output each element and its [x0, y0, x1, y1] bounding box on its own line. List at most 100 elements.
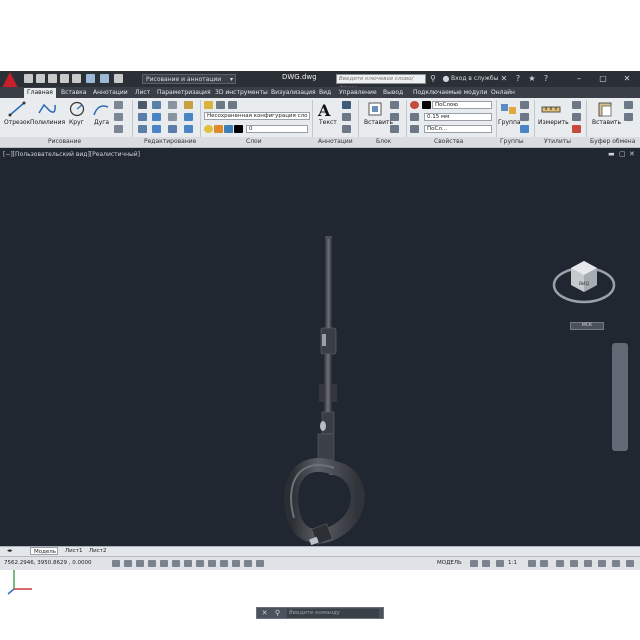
table-icon[interactable] [342, 125, 351, 133]
create-block-icon[interactable] [390, 101, 399, 109]
arc-tool-icon[interactable] [90, 101, 112, 117]
quick-calc-icon[interactable] [572, 101, 581, 109]
gradient-icon[interactable] [114, 125, 123, 133]
3d-osnap-icon[interactable] [184, 560, 192, 567]
scale-icon[interactable] [152, 125, 161, 133]
layer-properties-icon[interactable] [204, 101, 213, 109]
circle-tool-icon[interactable] [66, 101, 88, 117]
dyn-icon[interactable] [220, 560, 228, 567]
explode-icon[interactable] [184, 113, 193, 121]
panel-draw[interactable]: Рисование [48, 138, 81, 145]
cursor-coordinates[interactable]: 7562.2946, 3950.8629 , 0.0000 [4, 560, 91, 566]
layer-state-select[interactable]: Несохраненная конфигурация сло [204, 112, 310, 120]
rotate-icon[interactable] [152, 101, 161, 109]
star-icon[interactable]: ★ [528, 75, 536, 83]
otrack-icon[interactable] [196, 560, 204, 567]
panel-block[interactable]: Блок [376, 138, 391, 145]
mirror-icon[interactable] [152, 113, 161, 121]
tab-manage[interactable]: Управление [336, 88, 380, 98]
layer-tools-icon[interactable] [216, 101, 225, 109]
layer-states-icon[interactable] [228, 101, 237, 109]
tab-plugins[interactable]: Подключаемые модули [410, 88, 490, 98]
print-icon[interactable] [60, 74, 69, 83]
panel-clipboard[interactable]: Буфер обмена [590, 138, 635, 145]
lineweight-select[interactable]: 0.15 мм [424, 113, 492, 121]
help-icon[interactable]: ? [514, 75, 522, 83]
binoculars-icon[interactable]: ⚲ [429, 75, 437, 83]
quick-properties-icon[interactable] [256, 560, 264, 567]
tab-annotate[interactable]: Аннотации [90, 88, 131, 98]
viewport-close-icon[interactable]: ✕ [629, 150, 635, 158]
tab-online[interactable]: Онлайн [488, 88, 518, 98]
tab-parametric[interactable]: Параметризация [154, 88, 214, 98]
exchange-icon[interactable]: ✕ [500, 75, 508, 83]
search-input[interactable]: Введите ключевое слово/фразу [336, 74, 426, 91]
tab-home[interactable]: Главная [24, 88, 56, 98]
tab-view[interactable]: Вид [316, 88, 334, 98]
undo-icon[interactable] [86, 74, 95, 83]
snap-icon[interactable] [124, 560, 132, 567]
navigation-bar[interactable] [612, 343, 628, 451]
tab-sheet2[interactable]: Лист2 [86, 547, 109, 555]
id-point-icon[interactable] [572, 113, 581, 121]
group-select-icon[interactable] [520, 125, 529, 133]
close-button[interactable]: ✕ [620, 73, 634, 84]
block-attr-icon[interactable] [390, 125, 399, 133]
command-input[interactable]: Введите команду [287, 609, 379, 618]
ortho-icon[interactable] [148, 560, 156, 567]
tab-nav-arrows[interactable]: ◂▸ [4, 547, 16, 555]
annotation-scale-icon[interactable] [496, 560, 504, 567]
open-icon[interactable] [24, 74, 33, 83]
ducs-icon[interactable] [208, 560, 216, 567]
viewport-label[interactable]: [−][Пользовательский вид][Реалистичный] [3, 151, 140, 158]
wcs-menu[interactable]: МСК [570, 322, 604, 330]
quick-view-drawings-icon[interactable] [482, 560, 490, 567]
panel-utilities[interactable]: Утилиты [544, 138, 571, 145]
auto-scale-icon[interactable] [540, 560, 548, 567]
search-command-icon[interactable]: ⚲ [273, 609, 282, 618]
plot-icon[interactable] [72, 74, 81, 83]
osnap-icon[interactable] [172, 560, 180, 567]
polyline-tool-icon[interactable] [36, 101, 58, 117]
viewport-minimize-icon[interactable]: ▬ [608, 150, 615, 158]
insert-block-icon[interactable] [364, 101, 386, 117]
match-properties-icon[interactable] [410, 101, 419, 109]
panel-properties[interactable]: Свойства [434, 138, 463, 145]
line-tool-icon[interactable] [6, 101, 28, 117]
pipe-hanger-model[interactable] [270, 236, 380, 581]
qa-dropdown-icon[interactable] [114, 74, 123, 83]
hatch-icon[interactable] [114, 113, 123, 121]
app-logo-icon[interactable] [2, 72, 18, 88]
fillet-icon[interactable] [168, 113, 177, 121]
panel-groups[interactable]: Группы [500, 138, 524, 145]
annotation-scale[interactable]: 1:1 [508, 560, 517, 566]
transparency-icon[interactable] [244, 560, 252, 567]
status-menu-icon[interactable] [612, 560, 620, 567]
rectangle-icon[interactable] [114, 101, 123, 109]
stretch-icon[interactable] [138, 125, 147, 133]
tab-sheet1[interactable]: Лист1 [62, 547, 85, 555]
dimension-icon[interactable] [342, 101, 351, 109]
grid-icon[interactable] [136, 560, 144, 567]
copy-clip-icon[interactable] [624, 113, 633, 121]
minimize-button[interactable]: – [572, 73, 586, 84]
trim-icon[interactable] [168, 101, 177, 109]
array-icon[interactable] [168, 125, 177, 133]
edit-block-icon[interactable] [390, 113, 399, 121]
tab-output[interactable]: Вывод [380, 88, 406, 98]
group-icon[interactable] [498, 101, 520, 117]
leader-icon[interactable] [342, 113, 351, 121]
annotation-visibility-icon[interactable] [528, 560, 536, 567]
viewcube[interactable]: ВИД [551, 255, 617, 305]
paste-icon[interactable] [594, 101, 616, 117]
workspace-switch-icon[interactable] [556, 560, 564, 567]
panel-modify[interactable]: Редактирование [144, 138, 196, 145]
save-as-icon[interactable] [48, 74, 57, 83]
tab-model[interactable]: Модель [30, 547, 58, 555]
panel-annotation[interactable]: Аннотации [318, 138, 353, 145]
redo-icon[interactable] [100, 74, 109, 83]
move-icon[interactable] [138, 101, 147, 109]
infer-constraints-icon[interactable] [112, 560, 120, 567]
toolbar-lock-icon[interactable] [570, 560, 578, 567]
tab-layout[interactable]: Лист [132, 88, 153, 98]
